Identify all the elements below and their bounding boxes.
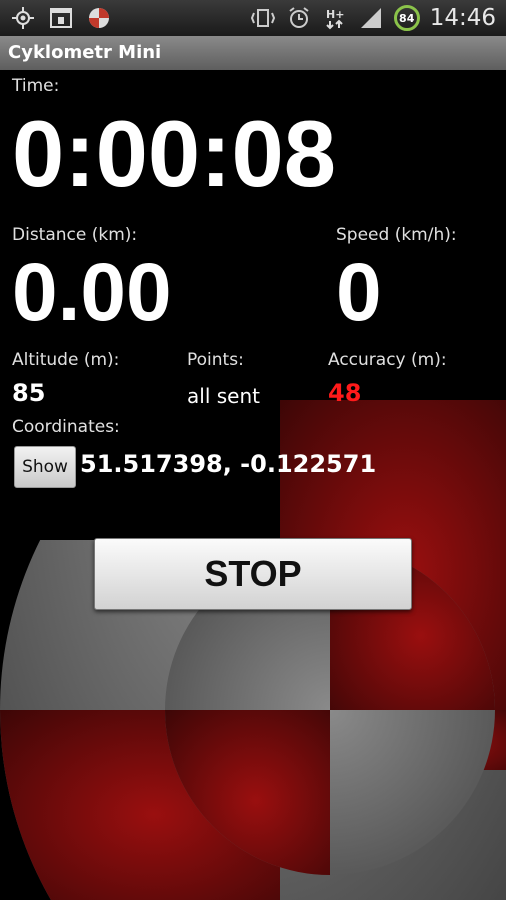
alarm-icon bbox=[286, 5, 312, 31]
accuracy-value: 48 bbox=[328, 379, 362, 407]
coordinates-label: Coordinates: bbox=[12, 417, 120, 437]
signal-icon bbox=[358, 5, 384, 31]
time-label: Time: bbox=[12, 76, 60, 96]
points-label: Points: bbox=[187, 350, 244, 370]
altitude-value: 85 bbox=[12, 379, 46, 407]
clock: 14:46 bbox=[429, 5, 496, 31]
accuracy-label: Accuracy (m): bbox=[328, 350, 447, 370]
gps-icon bbox=[10, 5, 36, 31]
speed-value: 0 bbox=[336, 247, 382, 338]
altitude-label: Altitude (m): bbox=[12, 350, 120, 370]
distance-label: Distance (km): bbox=[12, 225, 138, 245]
app-title: Cyklometr Mini bbox=[8, 42, 162, 63]
battery-icon: 84 bbox=[393, 5, 420, 31]
distance-value: 0.00 bbox=[12, 247, 172, 338]
points-value: all sent bbox=[187, 384, 260, 408]
title-bar: Cyklometr Mini bbox=[0, 36, 506, 71]
speed-label: Speed (km/h): bbox=[336, 225, 457, 245]
show-coordinates-button[interactable]: Show bbox=[14, 446, 76, 488]
time-value: 0:00:08 bbox=[12, 101, 336, 206]
status-bar: H+ 84 14:46 bbox=[0, 0, 506, 36]
coordinates-value: 51.517398, -0.122571 bbox=[80, 450, 377, 478]
hplus-data-icon: H+ bbox=[322, 5, 348, 31]
stop-button[interactable]: STOP bbox=[94, 538, 412, 610]
app-icon bbox=[86, 5, 112, 31]
vibrate-icon bbox=[250, 5, 276, 31]
svg-text:H+: H+ bbox=[326, 8, 344, 21]
photo-icon bbox=[48, 5, 74, 31]
